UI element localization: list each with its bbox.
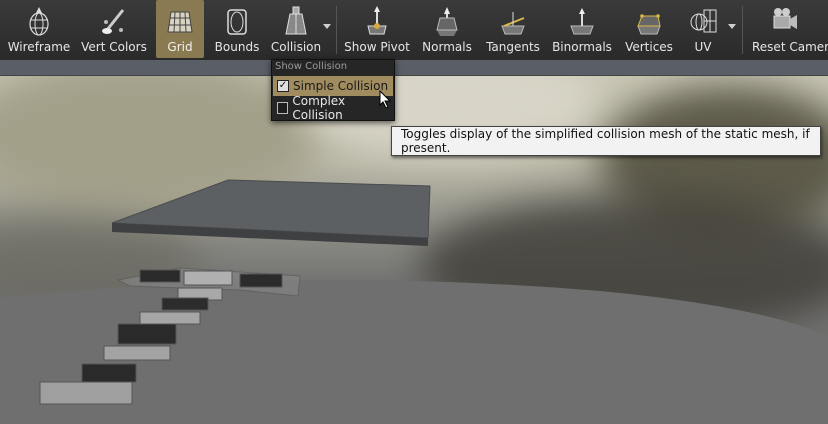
collision-dropdown-arrow-icon[interactable]: [323, 24, 331, 29]
menu-header: Show Collision: [275, 61, 348, 72]
viewport-toolbar: Wireframe Vert Colors Grid Bounds Collis…: [0, 0, 828, 61]
collision-button[interactable]: Collision: [268, 0, 324, 58]
menu-item-complex-collision[interactable]: Complex Collision: [273, 94, 393, 122]
bounds-button[interactable]: Bounds: [210, 0, 264, 58]
vert-colors-label: Vert Colors: [81, 40, 147, 54]
wireframe-sphere-icon: [29, 7, 49, 36]
reset-camera-label: Reset Camera: [752, 40, 828, 54]
grid-label: Grid: [167, 40, 193, 54]
reset-camera-button[interactable]: Reset Camera: [750, 0, 828, 58]
viewport-subbar: [0, 60, 828, 76]
toolbar-separator: [742, 6, 743, 54]
binormals-icon: [570, 8, 594, 35]
menu-item-simple-collision[interactable]: ✓ Simple Collision: [273, 76, 393, 96]
toolbar-separator: [336, 6, 337, 54]
collision-dropdown-menu: Show Collision ✓ Simple Collision Comple…: [271, 59, 395, 122]
checkbox-unchecked-icon[interactable]: [277, 102, 289, 114]
binormals-button[interactable]: Binormals: [550, 0, 614, 58]
menu-item-label: Complex Collision: [292, 94, 346, 122]
checkbox-checked-icon[interactable]: ✓: [277, 80, 289, 92]
tangents-icon: [501, 12, 525, 35]
menu-item-label: Simple Collision: [293, 79, 389, 93]
vertices-button[interactable]: Vertices: [622, 0, 676, 58]
collision-icon: [285, 6, 307, 35]
uv-dropdown-arrow-icon[interactable]: [728, 24, 736, 29]
paint-brush-icon: [102, 9, 125, 34]
tangents-button[interactable]: Tangents: [482, 0, 544, 58]
uv-button[interactable]: UV: [680, 0, 726, 58]
tooltip-text: Toggles display of the simplified collis…: [401, 127, 810, 155]
camera-icon: [773, 8, 797, 29]
grid-icon: [167, 11, 193, 33]
wireframe-label: Wireframe: [7, 40, 71, 54]
show-pivot-label: Show Pivot: [344, 40, 410, 54]
mouse-cursor-icon: [379, 90, 392, 109]
bounds-label: Bounds: [214, 40, 260, 54]
grid-button[interactable]: Grid: [156, 0, 204, 58]
binormals-label: Binormals: [552, 40, 612, 54]
normals-icon: [436, 7, 458, 36]
bounds-box-icon: [227, 9, 247, 35]
uv-label: UV: [694, 40, 712, 54]
tooltip: Toggles display of the simplified collis…: [391, 126, 821, 156]
vertices-label: Vertices: [625, 40, 673, 54]
pivot-icon: [367, 6, 387, 35]
normals-label: Normals: [422, 40, 472, 54]
normals-button[interactable]: Normals: [420, 0, 474, 58]
tangents-label: Tangents: [486, 40, 540, 54]
wireframe-button[interactable]: Wireframe: [6, 0, 72, 58]
uv-icon: [690, 9, 717, 33]
vertices-icon: [637, 14, 661, 35]
show-pivot-button[interactable]: Show Pivot: [344, 0, 410, 58]
collision-label: Collision: [270, 40, 322, 54]
vert-colors-button[interactable]: Vert Colors: [78, 0, 150, 58]
